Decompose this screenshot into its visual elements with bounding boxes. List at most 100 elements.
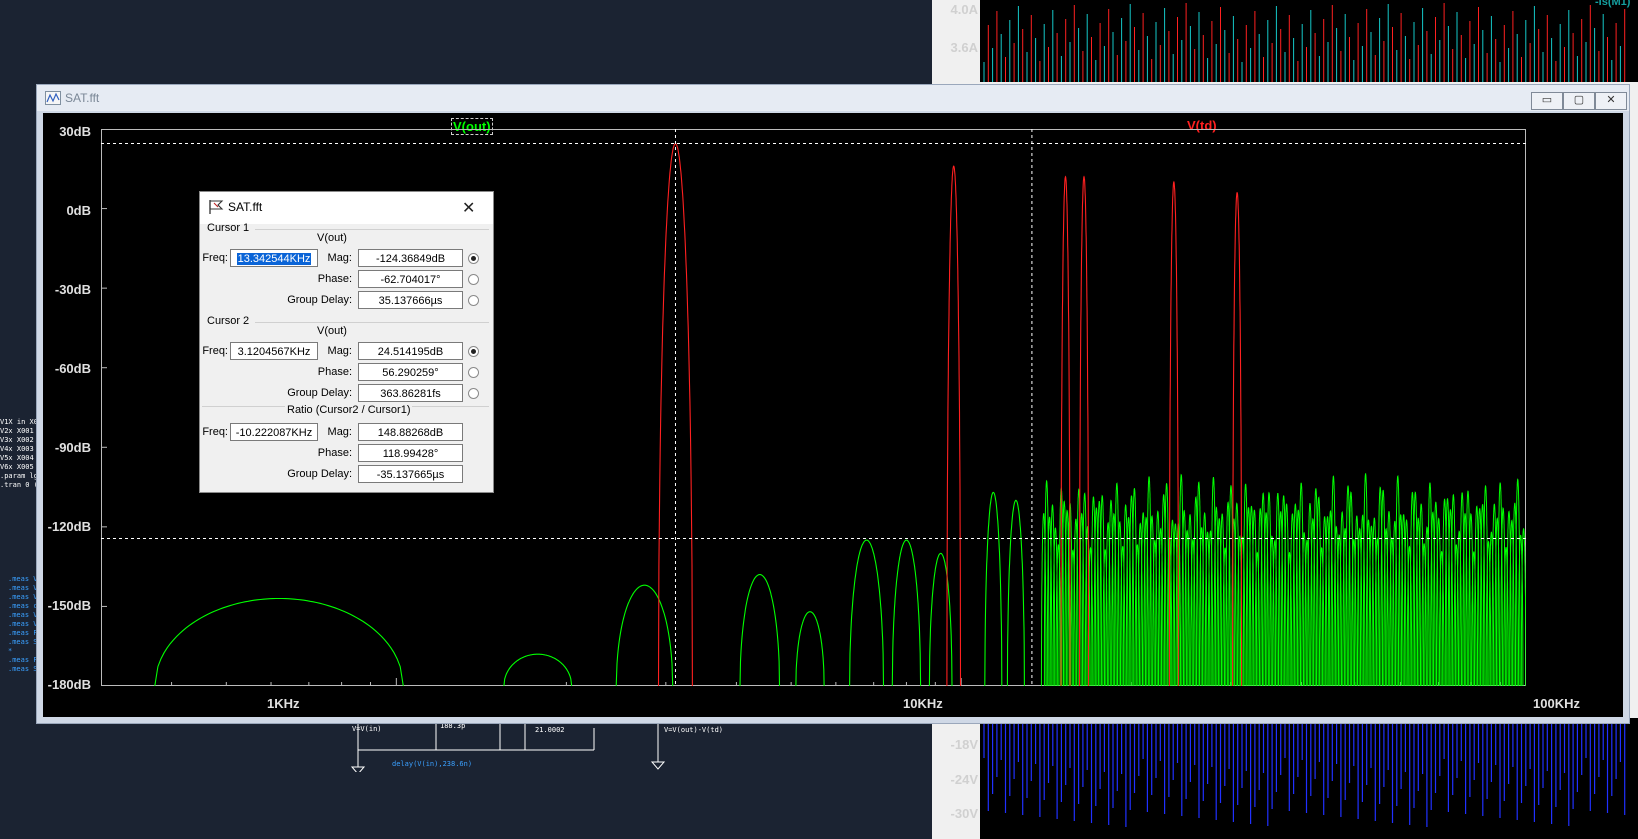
- schematic-meas-line: .meas V: [8, 575, 38, 583]
- trace-vout-peak: [739, 574, 781, 686]
- cursor1-freq-value: 13.342544KHz: [236, 253, 312, 265]
- mag-label: Mag:: [327, 345, 352, 357]
- schematic-netlist-line: V3x X002: [0, 436, 34, 444]
- minimize-button[interactable]: ▭: [1531, 92, 1563, 110]
- schematic-netlist-line: .param lg: [0, 472, 38, 480]
- schematic-meas-line: .meas S: [8, 665, 38, 673]
- group-delay-label: Group Delay:: [287, 294, 352, 306]
- cursor1-freq-field[interactable]: 13.342544KHz: [230, 249, 318, 267]
- cursor-dialog[interactable]: SAT.fft ✕ Cursor 1 V(out) Freq: 13.34254…: [199, 191, 494, 493]
- cursor1-phase-radio[interactable]: [468, 274, 479, 285]
- trace-vout-harmonic: [1052, 527, 1059, 686]
- trace-vout-peak: [503, 653, 573, 686]
- close-button[interactable]: ✕: [1595, 92, 1627, 110]
- waveform-window-icon: [45, 91, 61, 105]
- bg-ytick: 4.0A: [950, 2, 978, 17]
- fft-window-titlebar[interactable]: SAT.fft ▭ ▢ ✕: [37, 85, 1629, 111]
- section-divider: [255, 229, 489, 230]
- cursor2-group-delay-radio[interactable]: [468, 388, 479, 399]
- cursor2-freq-field[interactable]: 3.1204567KHz: [230, 342, 318, 360]
- y-tick-label: -30dB: [54, 282, 91, 297]
- bg-ytick: 3.6A: [950, 40, 978, 55]
- ratio-group-delay-field[interactable]: -35.137665µs: [358, 465, 463, 483]
- cursor2-mag-radio[interactable]: [468, 346, 479, 357]
- section-divider: [255, 322, 489, 323]
- phase-label: Phase:: [317, 273, 352, 285]
- trace-vout-harmonic: [1155, 510, 1161, 686]
- background-top-waveform: [983, 3, 1626, 82]
- cursor-flag-icon: [209, 200, 224, 214]
- trace-vout-peak: [928, 552, 953, 686]
- fft-window-title: SAT.fft: [65, 91, 100, 105]
- trace-vout-peak: [795, 611, 825, 686]
- cursor2-mag-field[interactable]: 24.514195dB: [358, 342, 463, 360]
- schematic-meas-line: .meas S: [8, 638, 38, 646]
- cursor2-section-label: Cursor 2: [207, 315, 250, 327]
- schematic-netlist-line: V6x X005: [0, 463, 34, 471]
- cursor-dialog-titlebar[interactable]: SAT.fft ✕: [200, 192, 493, 224]
- trace-vtd-peak: [946, 165, 962, 686]
- trace-vout-harmonic: [1076, 488, 1082, 686]
- cursor2-phase-field[interactable]: 56.290259°: [358, 363, 463, 381]
- schematic-netlist-line: V1X in X0: [0, 418, 38, 426]
- cursor2-group-delay-field[interactable]: 363.86281fs: [358, 384, 463, 402]
- trace-vout-harmonic: [1497, 482, 1503, 686]
- schematic-meas-line: .meas V: [8, 611, 38, 619]
- schematic-netlist-line: V4x X003: [0, 445, 34, 453]
- y-tick-label: 0dB: [66, 203, 91, 218]
- schematic-meas-line: .meas V: [8, 593, 38, 601]
- group-delay-label: Group Delay:: [287, 387, 352, 399]
- trace-vout-harmonic: [1049, 503, 1056, 686]
- background-top-plot: -Is(M1): [980, 0, 1638, 82]
- freq-label: Freq:: [202, 426, 228, 438]
- mag-label: Mag:: [327, 426, 352, 438]
- ratio-mag-field[interactable]: 148.88268dB: [358, 423, 463, 441]
- bg-ytick: -18V: [950, 737, 978, 752]
- cursor1-phase-field[interactable]: -62.704017°: [358, 270, 463, 288]
- trace-vout-harmonic: [1201, 511, 1208, 686]
- cursor1-group-delay-radio[interactable]: [468, 295, 479, 306]
- trace-vout-harmonic: [1084, 525, 1091, 686]
- y-tick-label: -120dB: [47, 519, 91, 534]
- cursor1-group-delay-field[interactable]: 35.137666µs: [358, 291, 463, 309]
- ratio-phase-field[interactable]: 118.99428°: [358, 444, 463, 462]
- x-tick-label: 1KHz: [267, 696, 300, 711]
- trace-vout-peak: [984, 491, 1003, 686]
- cursor2-phase-radio[interactable]: [468, 367, 479, 378]
- trace-vout-peak: [849, 539, 885, 686]
- trace-vout-harmonic: [1459, 492, 1465, 686]
- schematic-meas-line: .meas V: [8, 584, 38, 592]
- trace-vout-harmonic: [1275, 493, 1281, 686]
- phase-label: Phase:: [317, 366, 352, 378]
- schematic-netlist-line: V5x X004: [0, 454, 34, 462]
- trace-vout-harmonic: [1371, 517, 1378, 686]
- trace-vout-harmonic: [1307, 503, 1313, 686]
- ratio-freq-field[interactable]: -10.222087KHz: [230, 423, 318, 441]
- trace-vout-harmonic: [1412, 491, 1419, 686]
- trace-vout-harmonic: [1210, 477, 1217, 686]
- maximize-button[interactable]: ▢: [1563, 92, 1595, 110]
- ratio-section-label: Ratio (Cursor2 / Cursor1): [285, 404, 413, 416]
- schematic-meas-line: .meas V: [8, 620, 38, 628]
- schematic-label: V=V(out)-V(td): [664, 726, 724, 734]
- x-tick-label: 100KHz: [1533, 696, 1580, 711]
- y-tick-label: -60dB: [54, 361, 91, 376]
- y-tick-label: -90dB: [54, 440, 91, 455]
- y-tick-label: 30dB: [59, 124, 91, 139]
- bg-ytick: -30V: [950, 806, 978, 821]
- x-tick-label: 10KHz: [903, 696, 943, 711]
- schematic-label: delay(V(in),238.6n): [392, 760, 473, 768]
- phase-label: Phase:: [317, 447, 352, 459]
- cursor1-mag-radio[interactable]: [468, 253, 479, 264]
- schematic-label: 21.0002: [535, 726, 565, 734]
- close-icon[interactable]: ✕: [462, 198, 475, 218]
- schematic-netlist-line: V2x X001: [0, 427, 34, 435]
- trace-vout-harmonic: [1260, 492, 1266, 686]
- trace-vout-peak: [615, 584, 674, 686]
- cursor1-mag-field[interactable]: -124.36849dB: [358, 249, 463, 267]
- trace-vout-harmonic: [1465, 490, 1471, 686]
- schematic-meas-line: *: [8, 647, 13, 655]
- trace-vout-harmonic: [1187, 514, 1193, 686]
- y-tick-label: -150dB: [47, 598, 91, 613]
- y-tick-label: -180dB: [47, 677, 91, 692]
